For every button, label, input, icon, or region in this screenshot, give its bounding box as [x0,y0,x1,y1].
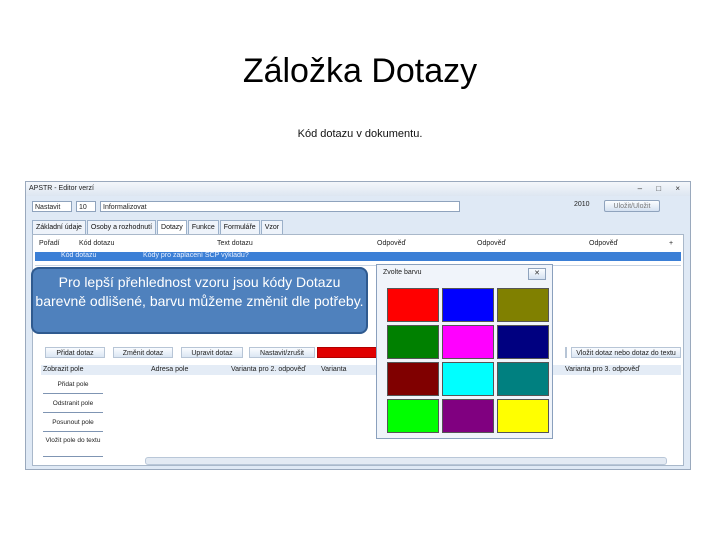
subgrid-header-cell[interactable]: Adresa pole [151,366,188,373]
code-color-button[interactable] [317,347,379,358]
tab-vzor[interactable]: Vzor [260,220,284,235]
insert-dotaz-button[interactable] [565,347,567,358]
color-swatch[interactable] [442,288,494,322]
color-swatch[interactable] [497,325,549,359]
horizontal-scrollbar[interactable] [145,457,667,465]
field-actions-list: Přidat pole Odstranit pole Posunout pole… [43,379,103,461]
subgrid-header: Zobrazit pole Adresa pole Varianta pro 2… [41,365,681,375]
window-controls[interactable]: – □ × [638,184,686,193]
color-swatch[interactable] [387,362,439,396]
edit-dotaz-button[interactable]: Upravit dotaz [181,347,243,358]
color-swatch[interactable] [497,288,549,322]
move-field-link[interactable]: Posunout pole [43,417,103,432]
subgrid-header-cell[interactable]: Varianta [321,366,347,373]
insert-dotaz-text-button[interactable]: Vložit dotaz nebo dotaz do textu [571,347,681,358]
color-swatch[interactable] [442,362,494,396]
selected-row-code: Kód dotazu [61,252,97,259]
color-swatch[interactable] [442,325,494,359]
subgrid-header-cell[interactable]: Zobrazit pole [43,366,83,373]
color-swatch[interactable] [387,325,439,359]
tab-formulare[interactable]: Formuláře [219,220,260,235]
grid-header-cell[interactable]: Odpověď [477,240,506,247]
window-titlebar: APSTR - Editor verzí – □ × [26,182,690,196]
slide-subtitle: Kód dotazu v dokumentu. [297,128,423,140]
insert-field-link[interactable]: Vložit pole do textu [43,436,103,457]
subgrid-header-cell[interactable]: Varianta pro 2. odpověď [231,366,306,373]
table-row-selected[interactable]: Kód dotazu Kódy pro zaplacení SCP výklad… [35,252,681,261]
toolbar-year: 2010 [574,201,590,208]
grid-header-cell[interactable]: Odpověď [589,240,618,247]
color-dialog-title: Zvolte barvu [383,269,422,276]
tab-bar: Základní údaje Osoby a rozhodnutí Dotazy… [32,220,284,235]
toolbar: Nastavit 10 Informalizovat 2010 Uložit/U… [26,199,690,213]
toolbar-field-3[interactable]: Informalizovat [100,201,460,212]
toggle-button[interactable]: Nastavit/zrušit [249,347,315,358]
color-swatch[interactable] [387,288,439,322]
tab-dotazy[interactable]: Dotazy [157,220,187,235]
window-title: APSTR - Editor verzí [29,185,94,192]
grid-header: Pořadí Kód dotazu Text dotazu Odpověď Od… [33,239,683,250]
tab-osoby[interactable]: Osoby a rozhodnutí [86,220,157,235]
toolbar-field-2[interactable]: 10 [76,201,96,212]
slide-title: Záložka Dotazy [242,52,478,90]
add-column-button[interactable]: + [669,240,673,247]
divider [35,265,681,266]
grid-header-cell[interactable]: Odpověď [377,240,406,247]
color-swatch[interactable] [387,399,439,433]
add-dotaz-button[interactable]: Přidat dotaz [45,347,105,358]
add-field-link[interactable]: Přidat pole [43,379,103,394]
color-swatch-grid [387,288,549,433]
color-picker-dialog: Zvolte barvu ✕ [376,264,553,439]
callout-note: Pro lepší přehlednost vzoru jsou kódy Do… [31,267,368,334]
close-icon[interactable]: ✕ [528,268,546,280]
action-button-row: Přidat dotaz Změnit dotaz Upravit dotaz … [39,347,681,359]
selected-row-text: Kódy pro zaplacení SCP výkladu? [143,252,249,259]
toolbar-button[interactable]: Uložit/Uložit [604,200,660,212]
color-swatch[interactable] [497,362,549,396]
remove-field-link[interactable]: Odstranit pole [43,398,103,413]
tab-funkce[interactable]: Funkce [187,220,219,235]
grid-header-cell[interactable]: Pořadí [39,240,60,247]
toolbar-field-1[interactable]: Nastavit [32,201,72,212]
tab-zakladni-udaje[interactable]: Základní údaje [32,220,86,235]
color-swatch[interactable] [497,399,549,433]
grid-header-cell[interactable]: Kód dotazu [79,240,114,247]
color-swatch[interactable] [442,399,494,433]
change-dotaz-button[interactable]: Změnit dotaz [113,347,173,358]
subgrid-header-cell[interactable]: Varianta pro 3. odpověď [565,366,640,373]
grid-header-cell[interactable]: Text dotazu [217,240,253,247]
